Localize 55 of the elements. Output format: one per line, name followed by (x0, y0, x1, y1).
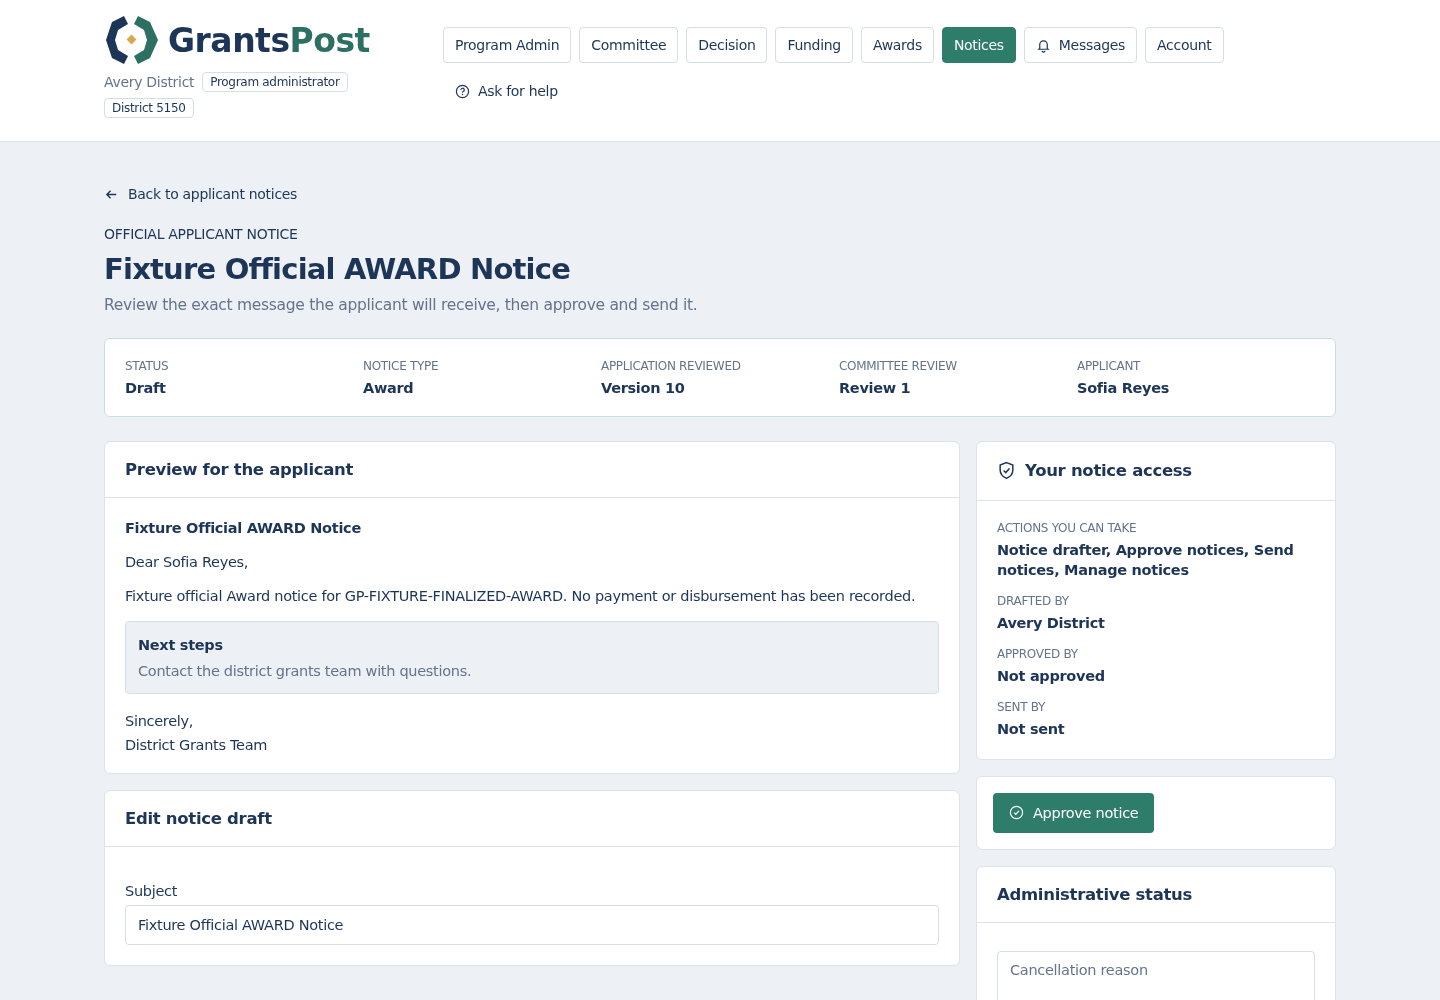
approve-button[interactable]: Approve notice (993, 792, 1155, 833)
notice-closing: Sincerely, (125, 712, 195, 729)
check-circle-icon (1009, 805, 1024, 820)
shield-check-icon (997, 460, 1016, 480)
card-heading: Edit notice draft (125, 808, 272, 828)
summary-value: Draft (125, 379, 167, 396)
access-label: APPROVED BY (997, 646, 1079, 661)
summary-value: Review 1 (839, 379, 912, 396)
summary-label: COMMITTEE REVIEW (839, 358, 958, 373)
nav-tab[interactable]: Awards (860, 27, 934, 63)
card-heading: Your notice access (1025, 460, 1192, 480)
access-value: Avery District (997, 613, 1106, 633)
logo-text: GrantsPost (168, 20, 370, 60)
nav-tab[interactable]: Funding (775, 27, 853, 63)
summary-value: Award (363, 379, 415, 396)
summary-value: Sofia Reyes (1077, 379, 1171, 396)
logo-icon (104, 14, 160, 66)
nav-tab[interactable]: Committee (579, 27, 679, 63)
card-heading: Administrative status (997, 884, 1193, 904)
summary-value: Version 10 (601, 379, 686, 396)
nav-tab[interactable]: Account (1145, 27, 1224, 63)
help-icon (455, 83, 470, 99)
page-subtitle: Review the exact message the applicant will receive, then approve and send it. (104, 295, 699, 314)
nav-tab[interactable]: Messages (1023, 27, 1138, 63)
summary-label: APPLICANT (1077, 358, 1142, 373)
notice-subject: Fixture Official AWARD Notice (125, 519, 362, 536)
help-link[interactable]: Ask for help (455, 83, 558, 99)
card-heading: Preview for the applicant (125, 459, 354, 479)
access-label: DRAFTED BY (997, 593, 1070, 608)
role-tag: Program administrator (202, 72, 348, 92)
back-link[interactable]: Back to applicant notices (104, 186, 298, 202)
district-tag: District 5150 (104, 98, 194, 118)
summary-label: STATUS (125, 358, 170, 373)
user-name: Avery District (104, 74, 195, 90)
nav-tab[interactable]: Notices (941, 27, 1016, 63)
bell-icon (1035, 37, 1051, 53)
subject-field[interactable]: Fixture Official AWARD Notice (125, 904, 939, 945)
page-title: Fixture Official AWARD Notice (104, 251, 572, 286)
access-label: ACTIONS YOU CAN TAKE (997, 520, 1138, 535)
access-value: Notice drafter, Approve notices, Send notices, Manage notices (997, 540, 1295, 580)
page-eyebrow: OFFICIAL APPLICANT NOTICE (104, 225, 299, 242)
summary-label: APPLICATION REVIEWED (601, 358, 742, 373)
notice-signature: District Grants Team (125, 736, 269, 753)
access-label: SENT BY (997, 699, 1047, 714)
field-label: Subject (125, 882, 179, 899)
access-value: Not approved (997, 666, 1106, 686)
notice-greeting: Dear Sofia Reyes, (125, 553, 250, 570)
cancellation-reason-field[interactable]: Cancellation reason (997, 950, 1315, 1000)
next-steps-title: Next steps (138, 636, 224, 653)
next-steps-text: Contact the district grants team with questions. (138, 662, 473, 679)
summary-label: NOTICE TYPE (363, 358, 440, 373)
notice-body: Fixture official Award notice for GP-FIXTURE-FINALIZED-AWARD. No payment or disbursement has been recorded. (125, 587, 917, 604)
nav-tab[interactable]: Decision (686, 27, 768, 63)
nav-tab[interactable]: Program Admin (443, 27, 572, 63)
access-value: Not sent (997, 719, 1066, 739)
